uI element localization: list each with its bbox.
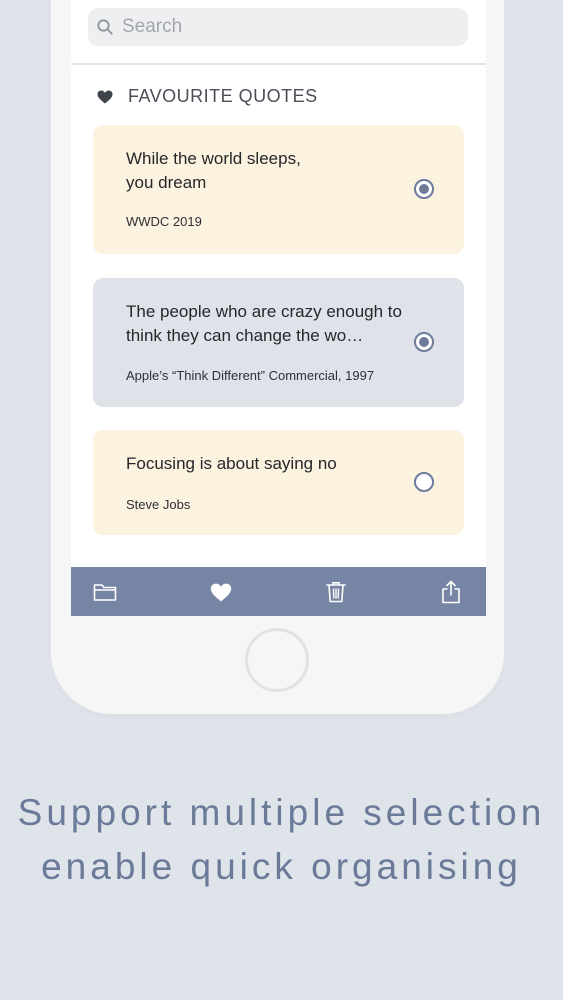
quote-author: Apple’s “Think Different” Commercial, 19…	[126, 368, 375, 383]
quote-author: Steve Jobs	[126, 497, 191, 512]
favourite-button[interactable]	[208, 579, 234, 605]
app-screen: FAVOURITE QUOTES While the world sleeps,…	[71, 0, 486, 616]
quote-card[interactable]: The people who are crazy enough to think…	[93, 278, 464, 407]
share-icon	[442, 580, 460, 604]
home-button[interactable]	[245, 628, 309, 692]
section-title: FAVOURITE QUOTES	[128, 86, 318, 106]
quote-card[interactable]: Focusing is about saying no Steve Jobs	[93, 430, 464, 535]
folder-button[interactable]	[92, 579, 118, 605]
caption-line-2: enable quick organising	[41, 846, 522, 887]
search-bar[interactable]	[88, 8, 468, 46]
caption-line-1: Support multiple selection	[17, 792, 546, 833]
heart-icon	[97, 90, 113, 103]
bottom-toolbar	[71, 567, 486, 616]
selection-radio[interactable]	[414, 179, 434, 199]
selection-radio[interactable]	[414, 332, 434, 352]
divider	[71, 63, 486, 65]
search-input[interactable]	[120, 15, 454, 39]
quote-author: WWDC 2019	[126, 214, 202, 229]
delete-button[interactable]	[323, 579, 349, 605]
trash-icon	[326, 582, 346, 603]
quote-text: While the world sleeps, you dream	[126, 149, 301, 192]
quote-text: The people who are crazy enough to think…	[126, 302, 402, 345]
heart-icon	[210, 583, 232, 601]
folder-icon	[93, 584, 117, 601]
selection-radio[interactable]	[414, 472, 434, 492]
section-header: FAVOURITE QUOTES	[97, 86, 318, 107]
promo-caption: Support multiple selection enable quick …	[0, 786, 563, 894]
quote-text: Focusing is about saying no	[126, 454, 337, 473]
share-button[interactable]	[438, 579, 464, 605]
quote-card[interactable]: While the world sleeps, you dream WWDC 2…	[93, 125, 464, 254]
search-icon	[97, 19, 113, 35]
